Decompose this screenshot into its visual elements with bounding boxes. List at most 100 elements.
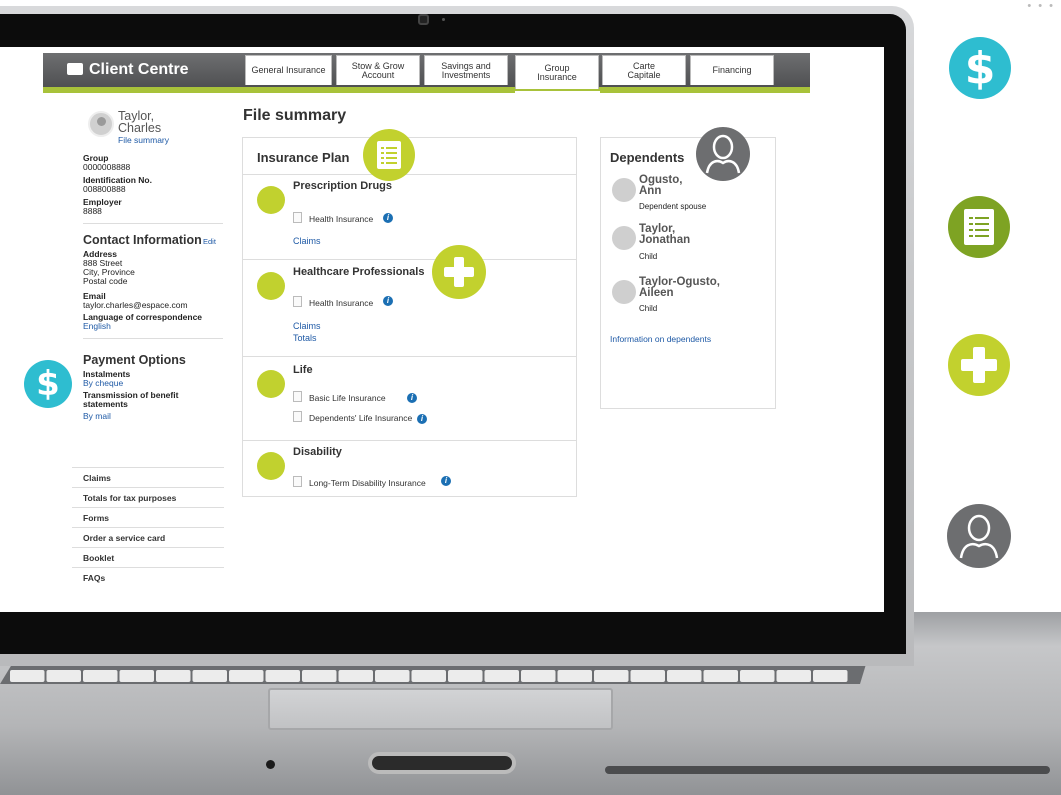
divider (83, 223, 223, 224)
section-title: Healthcare Professionals (293, 266, 425, 278)
avatar (612, 280, 636, 304)
person-icon (705, 134, 741, 174)
keyboard-key (192, 670, 227, 682)
sidebar-item-service-card[interactable]: Order a service card (72, 527, 224, 547)
claims-link[interactable]: Claims (293, 321, 321, 331)
keyboard-key (740, 670, 775, 682)
person-icon (696, 127, 750, 181)
document-list-icon (964, 209, 994, 245)
coverage-item[interactable]: Health Insurance (309, 298, 373, 308)
tab-general-insurance[interactable]: General Insurance (245, 55, 332, 85)
screen: Client Centre General Insurance Stow & G… (0, 47, 884, 612)
language-value[interactable]: English (83, 321, 111, 331)
sidebar-item-totals[interactable]: Totals for tax purposes (72, 487, 224, 507)
tab-stow-grow-account[interactable]: Stow & Grow Account (336, 55, 420, 85)
app-brand[interactable]: Client Centre (67, 61, 189, 79)
coverage-item[interactable]: Health Insurance (309, 214, 373, 224)
speaker-grill (605, 766, 1050, 774)
dollar-icon: $ (24, 360, 72, 408)
pill-icon (257, 186, 285, 214)
file-summary-link[interactable]: File summary (118, 135, 169, 145)
tab-carte-capitale[interactable]: Carte Capitale (602, 55, 686, 85)
keyboard-key (703, 670, 738, 682)
payment-heading: Payment Options (83, 353, 186, 367)
keyboard-key (813, 670, 848, 682)
sidebar-item-forms[interactable]: Forms (72, 507, 224, 527)
trackpad (268, 688, 613, 730)
contact-heading: Contact Information (83, 233, 202, 247)
dependent-name: Ogusto, Ann (639, 174, 683, 197)
divider (83, 338, 223, 339)
keyboard-key (229, 670, 264, 682)
dependents-info-link[interactable]: Information on dependents (610, 334, 711, 344)
document-icon (293, 476, 302, 487)
instalments-value[interactable]: By cheque (83, 378, 123, 388)
coverage-item[interactable]: Dependents' Life Insurance (309, 413, 412, 423)
claims-link[interactable]: Claims (293, 236, 321, 246)
transmission-label: Transmission of benefit statements (83, 390, 179, 409)
avatar (612, 226, 636, 250)
section-title: Disability (293, 446, 342, 458)
email-value: taylor.charles@espace.com (83, 300, 188, 310)
sidebar-item-booklet[interactable]: Booklet (72, 547, 224, 567)
divider (243, 356, 576, 357)
keyboard-key (484, 670, 519, 682)
keyboard-key (448, 670, 483, 682)
sidebar-item-claims[interactable]: Claims (72, 467, 224, 487)
crutches-icon (257, 452, 285, 480)
keyboard-key (375, 670, 410, 682)
totals-link[interactable]: Totals (293, 333, 317, 343)
tab-savings-investments[interactable]: Savings and Investments (424, 55, 508, 85)
keyboard-key (338, 670, 373, 682)
keyboard-key (594, 670, 629, 682)
keyboard-key (630, 670, 665, 682)
info-icon[interactable]: i (407, 393, 417, 403)
more-dots-icon: • • • (1027, 0, 1055, 12)
dollar-glyph: $ (964, 42, 996, 94)
coverage-item[interactable]: Basic Life Insurance (309, 393, 386, 403)
brand-label: Client Centre (89, 61, 189, 78)
edit-contact-link[interactable]: Edit (203, 237, 216, 246)
dependent-relation: Child (639, 252, 658, 261)
avatar (612, 178, 636, 202)
divider (243, 440, 576, 441)
section-title: Life (293, 364, 313, 376)
drive-slot (368, 752, 516, 774)
info-icon[interactable]: i (417, 414, 427, 424)
keyboard-key (119, 670, 154, 682)
keyboard-key (265, 670, 300, 682)
keyboard-key (667, 670, 702, 682)
sidebar-item-faqs[interactable]: FAQs (72, 567, 224, 587)
document-list-icon (948, 196, 1010, 258)
plus-icon (961, 347, 997, 383)
document-list-icon (377, 141, 401, 169)
document-list-icon (363, 129, 415, 181)
avatar (88, 111, 114, 137)
plus-icon (444, 257, 474, 287)
document-icon (293, 212, 302, 223)
dependent-relation: Child (639, 304, 658, 313)
keyboard-key (83, 670, 118, 682)
folder-icon (67, 63, 83, 75)
client-name: Taylor, Charles (118, 109, 162, 135)
dependent-relation: Dependent spouse (639, 202, 707, 211)
tab-group-insurance[interactable]: Group Insurance (515, 55, 599, 89)
group-value: 0000008888 (83, 162, 131, 172)
employer-value: 8888 (83, 206, 102, 216)
dependents-heading: Dependents (610, 150, 685, 165)
coverage-item[interactable]: Long-Term Disability Insurance (309, 478, 426, 488)
keyboard-key (10, 670, 45, 682)
info-icon[interactable]: i (441, 476, 451, 486)
plus-icon (432, 245, 486, 299)
keyboard-key (521, 670, 556, 682)
info-icon[interactable]: i (383, 296, 393, 306)
address-line-3: Postal code (83, 276, 128, 286)
info-icon[interactable]: i (383, 213, 393, 223)
keyboard-key (46, 670, 81, 682)
camera-light (442, 18, 445, 21)
tab-financing[interactable]: Financing (690, 55, 774, 85)
transmission-value[interactable]: By mail (83, 411, 111, 421)
page-title: File summary (243, 107, 347, 124)
accent-line-left (43, 89, 515, 93)
dollar-glyph: $ (36, 364, 60, 404)
